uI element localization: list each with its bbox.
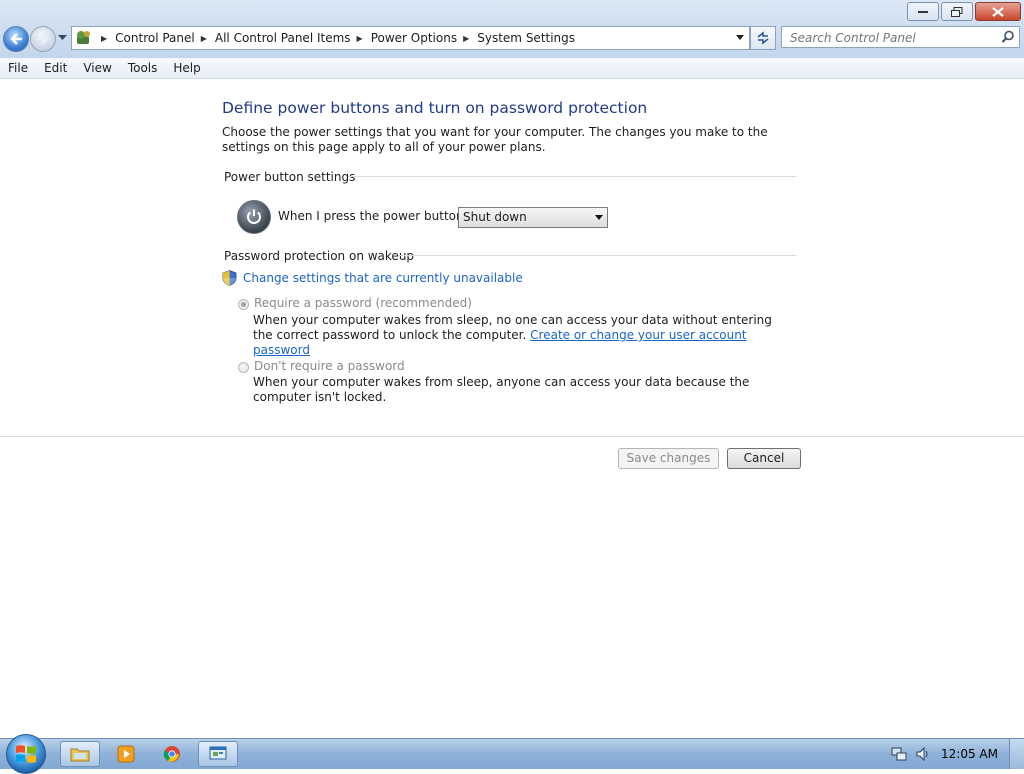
- close-icon: [992, 6, 1004, 17]
- address-history-dropdown-icon[interactable]: [735, 31, 745, 43]
- menu-bar: File Edit View Tools Help: [0, 58, 1024, 79]
- start-button[interactable]: [6, 734, 46, 774]
- power-button-action-value: Shut down: [463, 210, 527, 224]
- recent-pages-dropdown-icon[interactable]: [58, 35, 67, 41]
- minimize-button[interactable]: [907, 2, 939, 21]
- menu-file[interactable]: File: [0, 61, 36, 75]
- network-icon[interactable]: [891, 746, 907, 762]
- section-divider: [398, 255, 796, 256]
- refresh-icon: [757, 31, 769, 45]
- show-desktop-button[interactable]: [1009, 739, 1024, 769]
- refresh-button[interactable]: [750, 26, 776, 50]
- taskbar-media-player[interactable]: [106, 741, 146, 767]
- window-chrome: ▶ Control Panel ▶ All Control Panel Item…: [0, 0, 1024, 59]
- forward-button[interactable]: [30, 26, 56, 52]
- system-tray: 12:05 AM: [891, 739, 1024, 769]
- page-intro: Choose the power settings that you want …: [222, 125, 768, 154]
- menu-help[interactable]: Help: [165, 61, 208, 75]
- search-input[interactable]: [788, 28, 992, 48]
- maximize-button[interactable]: [941, 2, 973, 21]
- power-button-action-select[interactable]: Shut down: [458, 207, 608, 228]
- change-unavailable-settings-link[interactable]: Change settings that are currently unava…: [243, 271, 523, 285]
- windows-logo-icon: [16, 745, 36, 763]
- close-button[interactable]: [975, 2, 1021, 21]
- menu-tools[interactable]: Tools: [120, 61, 166, 75]
- no-password-radio[interactable]: [238, 362, 249, 373]
- menu-edit[interactable]: Edit: [36, 61, 75, 75]
- require-password-label: Require a password (recommended): [254, 296, 472, 310]
- back-button[interactable]: [3, 26, 29, 52]
- control-panel-window-icon: [209, 746, 227, 760]
- taskbar-explorer[interactable]: [60, 741, 100, 767]
- folder-icon: [70, 748, 90, 762]
- uac-shield-icon: [222, 270, 237, 286]
- search-icon[interactable]: [1001, 30, 1015, 44]
- main-content: Define power buttons and turn on passwor…: [0, 79, 1024, 737]
- chevron-down-icon: [595, 215, 603, 220]
- no-password-description: When your computer wakes from sleep, any…: [253, 375, 750, 404]
- power-button-label: When I press the power button:: [278, 209, 468, 223]
- window-controls: [907, 2, 1021, 21]
- control-panel-icon: [77, 31, 90, 44]
- chevron-right-icon[interactable]: ▶: [463, 34, 469, 43]
- taskbar-chrome[interactable]: [152, 741, 192, 767]
- address-bar[interactable]: ▶ Control Panel ▶ All Control Panel Item…: [71, 26, 750, 50]
- menu-view[interactable]: View: [75, 61, 119, 75]
- page-title: Define power buttons and turn on passwor…: [222, 99, 648, 117]
- breadcrumb-power-options[interactable]: Power Options: [371, 31, 457, 45]
- search-box[interactable]: [781, 26, 1020, 48]
- media-player-icon: [117, 745, 135, 763]
- cancel-button[interactable]: Cancel: [727, 448, 801, 469]
- chevron-right-icon[interactable]: ▶: [101, 34, 107, 43]
- require-password-description: When your computer wakes from sleep, no …: [253, 313, 783, 358]
- footer-divider: [0, 436, 1024, 437]
- no-password-label: Don't require a password: [254, 359, 405, 373]
- taskbar-control-panel[interactable]: [198, 741, 238, 767]
- minimize-icon: [918, 10, 928, 13]
- save-changes-button[interactable]: Save changes: [618, 448, 719, 469]
- breadcrumb-control-panel[interactable]: Control Panel: [115, 31, 195, 45]
- restore-icon: [951, 6, 963, 17]
- volume-icon[interactable]: [915, 746, 931, 762]
- clock[interactable]: 12:05 AM: [941, 747, 998, 761]
- forward-arrow-icon: [37, 33, 49, 45]
- require-password-radio[interactable]: [238, 299, 249, 310]
- breadcrumb-all-control-panel-items[interactable]: All Control Panel Items: [215, 31, 351, 45]
- breadcrumb-system-settings[interactable]: System Settings: [477, 31, 575, 45]
- power-button-settings-heading: Power button settings: [224, 170, 356, 184]
- chevron-right-icon[interactable]: ▶: [201, 34, 207, 43]
- power-icon: [237, 200, 271, 234]
- chevron-right-icon[interactable]: ▶: [357, 34, 363, 43]
- chrome-icon: [163, 746, 180, 762]
- password-protection-heading: Password protection on wakeup: [224, 249, 415, 263]
- section-divider: [348, 176, 796, 177]
- back-arrow-icon: [10, 33, 22, 45]
- taskbar: 12:05 AM: [0, 734, 1024, 774]
